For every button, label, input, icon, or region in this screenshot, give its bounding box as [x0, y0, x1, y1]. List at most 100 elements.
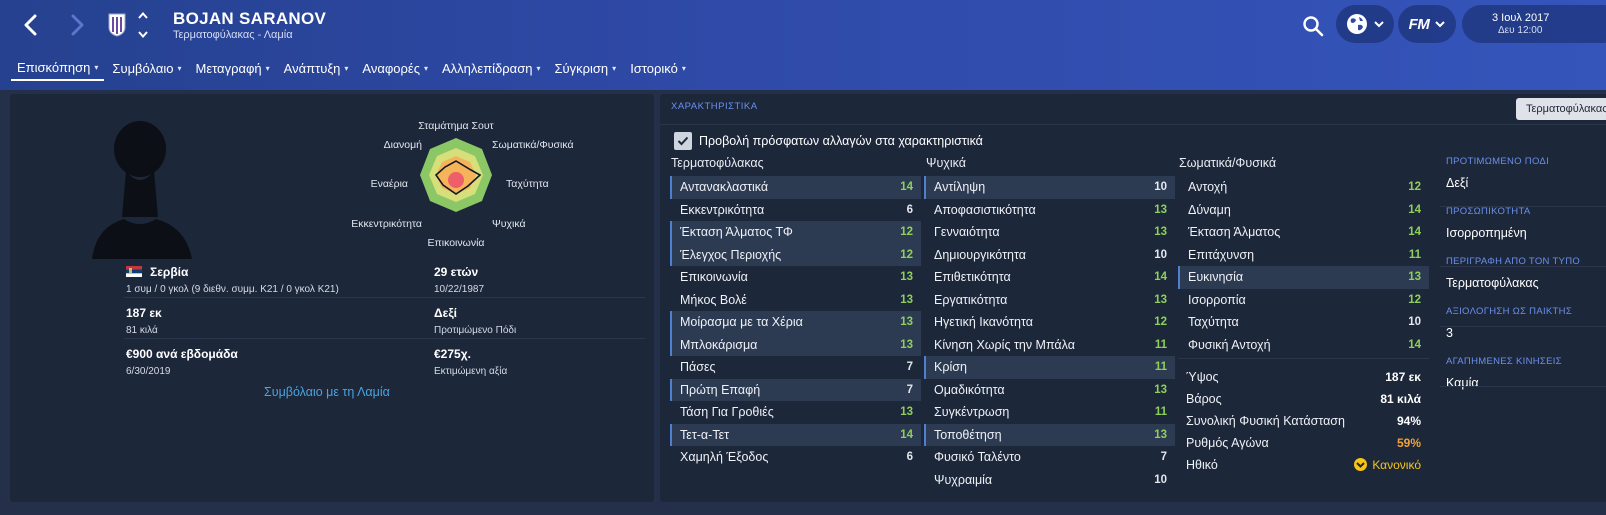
- top-header: BOJAN SARANOV Τερματοφύλακας - Λαμία FM …: [0, 0, 1606, 90]
- attribute-row[interactable]: Αντίληψη 10: [924, 176, 1175, 199]
- search-button[interactable]: [1298, 12, 1328, 40]
- physical-info-row: Ύψος 187 εκ: [1178, 366, 1429, 388]
- divider: [1440, 206, 1606, 207]
- sidebar-heading: ΠΡΟΤΙΜΩΜΕΝΟ ΠΟΔΙ: [1446, 156, 1550, 167]
- attribute-name: Κρίση: [934, 360, 967, 375]
- attribute-row[interactable]: Έλεγχος Περιοχής 12: [670, 243, 921, 266]
- chevron-down-icon[interactable]: [138, 31, 148, 38]
- attribute-row[interactable]: Μοίρασμα με τα Χέρια 13: [670, 311, 921, 334]
- attribute-value: 13: [900, 316, 913, 329]
- attribute-row[interactable]: Φυσική Αντοχή 14: [1178, 334, 1429, 357]
- physical-info-row: Συνολική Φυσική Κατάσταση 94%: [1178, 410, 1429, 432]
- squad-switcher[interactable]: [137, 12, 149, 38]
- attribute-row[interactable]: Τάση Για Γροθιές 13: [670, 401, 921, 424]
- divider: [660, 124, 1606, 125]
- attribute-row[interactable]: Αντοχή 12: [1178, 176, 1429, 199]
- physical-info-value: 94%: [1397, 414, 1421, 428]
- attribute-row[interactable]: Επιτάχυνση 11: [1178, 244, 1429, 267]
- tab-item[interactable]: Αλληλεπίδραση ▾: [436, 55, 546, 81]
- attribute-row[interactable]: Ηγετική Ικανότητα 12: [924, 311, 1175, 334]
- attribute-row[interactable]: Εκκεντρικότητα 6: [670, 199, 921, 222]
- back-button[interactable]: [16, 10, 46, 40]
- attribute-row[interactable]: Δύναμη 14: [1178, 199, 1429, 222]
- attribute-value: 14: [900, 181, 913, 194]
- attribute-row[interactable]: Κρίση 11: [924, 356, 1175, 379]
- chevron-down-icon: ▾: [177, 63, 182, 73]
- attribute-row[interactable]: Πάσες 7: [670, 356, 921, 379]
- attribute-value: 14: [1408, 338, 1421, 351]
- attribute-row[interactable]: Γενναιότητα 13: [924, 221, 1175, 244]
- attribute-row[interactable]: Ομαδικότητα 13: [924, 379, 1175, 402]
- attribute-row[interactable]: Ταχύτητα 10: [1178, 311, 1429, 334]
- attribute-row[interactable]: Αποφασιστικότητα 13: [924, 199, 1175, 222]
- sidebar-value: 3: [1446, 326, 1453, 340]
- attributes-panel: ΧΑΡΑΚΤΗΡΙΣΤΙΚΑ Τερματοφύλακας Προβολή πρ…: [660, 94, 1606, 502]
- attribute-row[interactable]: Εργατικότητα 13: [924, 289, 1175, 312]
- attribute-row[interactable]: Αντανακλαστικά 14: [670, 176, 921, 199]
- attribute-value: 11: [1408, 248, 1421, 261]
- continue-date-button[interactable]: 3 Ιουλ 2017 Δευ 12:00: [1462, 5, 1606, 43]
- divider: [124, 338, 645, 339]
- tab-label: Αναφορές: [362, 60, 420, 76]
- attribute-view-dropdown[interactable]: Τερματοφύλακας: [1516, 98, 1606, 120]
- physical-info-label: Ηθικό: [1186, 458, 1218, 472]
- attribute-value: 10: [1154, 473, 1167, 486]
- attribute-row[interactable]: Μήκος Βολέ 13: [670, 289, 921, 312]
- attribute-row[interactable]: Κίνηση Χωρίς την Μπάλα 11: [924, 334, 1175, 357]
- attribute-value: 13: [900, 271, 913, 284]
- tab-item[interactable]: Συμβόλαιο ▾: [106, 55, 187, 81]
- tab-item[interactable]: Αναφορές ▾: [356, 55, 434, 81]
- recent-changes-toggle[interactable]: Προβολή πρόσφατων αλλαγών στα χαρακτηρισ…: [674, 132, 983, 150]
- physical-info-value[interactable]: Κανονικό: [1354, 458, 1421, 472]
- attribute-row[interactable]: Χαμηλή Έξοδος 6: [670, 446, 921, 469]
- preferred-foot-label: Προτιμώμενο Πόδι: [434, 325, 517, 336]
- radar-label-mental: Ψυχικά: [492, 218, 526, 230]
- sidebar-heading: ΑΓΑΠΗΜΕΝΕΣ ΚΙΝΗΣΕΙΣ: [1446, 356, 1562, 367]
- attribute-row[interactable]: Επικοινωνία 13: [670, 266, 921, 289]
- international-caps: 1 συμ / 0 γκολ (9 διεθν. συμμ. Κ21 / 0 γ…: [126, 284, 339, 295]
- fm-menu-button[interactable]: FM: [1398, 5, 1456, 43]
- physical-info-text: 81 κιλά: [1380, 392, 1421, 406]
- tab-item[interactable]: Επισκόπηση ▾: [11, 55, 105, 81]
- physical-info-text: 94%: [1396, 414, 1421, 428]
- mental-header: Ψυχικά: [926, 156, 966, 170]
- tab-label: Σύγκριση: [554, 60, 609, 76]
- attribute-value: 13: [1154, 226, 1167, 239]
- sidebar-value: Καμία: [1446, 376, 1479, 390]
- divider: [1440, 326, 1606, 327]
- chevron-down-icon: [1374, 20, 1384, 27]
- attribute-row[interactable]: Έκταση Άλματος 14: [1178, 221, 1429, 244]
- wage: €900 ανά εβδομάδα: [126, 347, 238, 361]
- mental-attributes: Αντίληψη 10 Αποφασιστικότητα 13 Γενναιότητα 1…: [924, 176, 1175, 491]
- attribute-row[interactable]: Τετ-α-Τετ 14: [670, 423, 921, 446]
- forward-button[interactable]: [62, 10, 92, 40]
- search-icon: [1303, 16, 1324, 37]
- world-menu-button[interactable]: [1336, 5, 1394, 43]
- attribute-row[interactable]: Επιθετικότητα 14: [924, 266, 1175, 289]
- attribute-row[interactable]: Δημιουργικότητα 10: [924, 244, 1175, 267]
- attribute-row[interactable]: Ψυχραιμία 10: [924, 469, 1175, 492]
- nationality[interactable]: Σερβία: [126, 265, 339, 279]
- attribute-row[interactable]: Ισορροπία 12: [1178, 289, 1429, 312]
- attribute-row[interactable]: Πρώτη Επαφή 7: [670, 378, 921, 401]
- chevron-up-icon[interactable]: [138, 12, 148, 19]
- tab-item[interactable]: Σύγκριση ▾: [548, 55, 622, 81]
- wage-cell: €900 ανά εβδομάδα 6/30/2019: [126, 347, 238, 377]
- attribute-value: 13: [1408, 271, 1421, 284]
- attribute-row[interactable]: Συγκέντρωση 11: [924, 401, 1175, 424]
- tab-item[interactable]: Ιστορικό ▾: [624, 55, 692, 81]
- contract-link[interactable]: Συμβόλαιο με τη Λαμία: [264, 385, 390, 399]
- divider: [124, 297, 645, 298]
- tab-item[interactable]: Ανάπτυξη ▾: [278, 55, 355, 81]
- tab-item[interactable]: Μεταγραφή ▾: [189, 55, 275, 81]
- attribute-row[interactable]: Φυσικό Ταλέντο 7: [924, 446, 1175, 469]
- attribute-row[interactable]: Μπλοκάρισμα 13: [670, 333, 921, 356]
- attribute-row[interactable]: Έκταση Άλματος ΤΦ 12: [670, 221, 921, 244]
- club-badge-icon[interactable]: [108, 13, 126, 37]
- attribute-row[interactable]: Τοποθέτηση 13: [924, 423, 1175, 446]
- attribute-row[interactable]: Ευκινησία 13: [1178, 266, 1429, 289]
- tab-label: Επισκόπηση: [17, 59, 91, 75]
- recent-changes-checkbox[interactable]: [674, 132, 692, 150]
- physical-info-label: Συνολική Φυσική Κατάσταση: [1186, 414, 1345, 428]
- player-silhouette-image: [92, 121, 192, 259]
